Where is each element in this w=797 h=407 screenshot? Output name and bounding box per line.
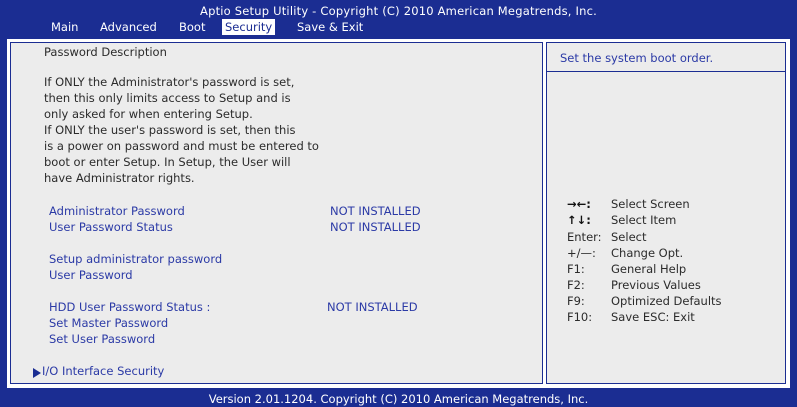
triangle-right-icon: [33, 368, 41, 378]
help-pane: Set the system boot order. →←: Select Sc…: [546, 42, 786, 384]
description-title: Password Description: [44, 45, 167, 59]
administrator-password-status: NOT INSTALLED: [330, 204, 421, 218]
help-divider: [547, 71, 785, 72]
key-legend-key: F2:: [567, 278, 585, 292]
app-title: Aptio Setup Utility - Copyright (C) 2010…: [200, 4, 597, 18]
key-legend-action: Save ESC: Exit: [611, 310, 695, 324]
version-footer: Version 2.01.1204. Copyright (C) 2010 Am…: [0, 391, 797, 407]
description-line: only asked for when entering Setup.: [44, 107, 253, 121]
user-password-status-label[interactable]: User Password Status: [49, 220, 173, 234]
description-line: If ONLY the Administrator's password is …: [44, 75, 295, 89]
tab-boot[interactable]: Boot: [176, 19, 208, 35]
left-right-arrow-key-icon: →←:: [567, 197, 591, 211]
user-password-item[interactable]: User Password: [49, 268, 133, 282]
setup-administrator-password-item[interactable]: Setup administrator password: [49, 252, 222, 266]
description-line: boot or enter Setup. In Setup, the User …: [44, 155, 291, 169]
set-master-password-item[interactable]: Set Master Password: [49, 316, 168, 330]
description-line: If ONLY the user's password is set, then…: [44, 123, 296, 137]
bios-setup-screen: Aptio Setup Utility - Copyright (C) 2010…: [0, 0, 797, 407]
key-legend-action: Previous Values: [611, 278, 701, 292]
title-bar: Aptio Setup Utility - Copyright (C) 2010…: [0, 0, 797, 36]
up-down-arrow-key-icon: ↑↓:: [567, 213, 591, 227]
key-legend-key: F1:: [567, 262, 585, 276]
key-legend-action: Select: [611, 230, 647, 244]
key-legend-action: Optimized Defaults: [611, 294, 722, 308]
key-legend-action: Change Opt.: [611, 246, 684, 260]
key-legend-action: General Help: [611, 262, 687, 276]
user-password-status-value: NOT INSTALLED: [330, 220, 421, 234]
hdd-user-password-status-value: NOT INSTALLED: [327, 300, 418, 314]
tab-security[interactable]: Security: [222, 19, 276, 35]
key-legend-key: F9:: [567, 294, 585, 308]
tab-save-exit[interactable]: Save & Exit: [294, 19, 366, 35]
help-text: Set the system boot order.: [560, 51, 714, 65]
io-interface-security-item[interactable]: I/O Interface Security: [42, 364, 164, 378]
description-line: have Administrator rights.: [44, 171, 195, 185]
tab-main[interactable]: Main: [48, 19, 81, 35]
key-legend-key: +/—:: [567, 246, 596, 260]
key-legend-action: Select Item: [611, 213, 677, 227]
key-legend-action: Select Screen: [611, 197, 690, 211]
hdd-user-password-status-label[interactable]: HDD User Password Status :: [49, 300, 210, 314]
settings-pane: Password Description If ONLY the Adminis…: [10, 42, 543, 384]
set-user-password-item[interactable]: Set User Password: [49, 332, 155, 346]
key-legend-key: Enter:: [567, 230, 602, 244]
key-legend-key: F10:: [567, 310, 593, 324]
description-line: is a power on password and must be enter…: [44, 139, 319, 153]
administrator-password-label[interactable]: Administrator Password: [49, 204, 185, 218]
tab-advanced[interactable]: Advanced: [97, 19, 160, 35]
description-line: then this only limits access to Setup an…: [44, 91, 291, 105]
